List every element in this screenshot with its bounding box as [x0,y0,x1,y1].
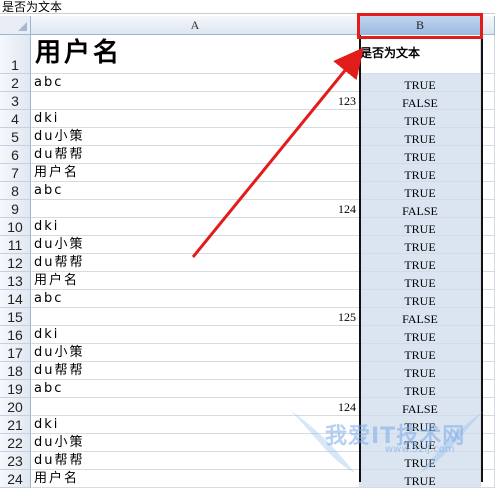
arrow-line [191,47,364,258]
annotation-arrow [191,47,364,258]
watermark-url: www.52ij.com [385,444,455,455]
